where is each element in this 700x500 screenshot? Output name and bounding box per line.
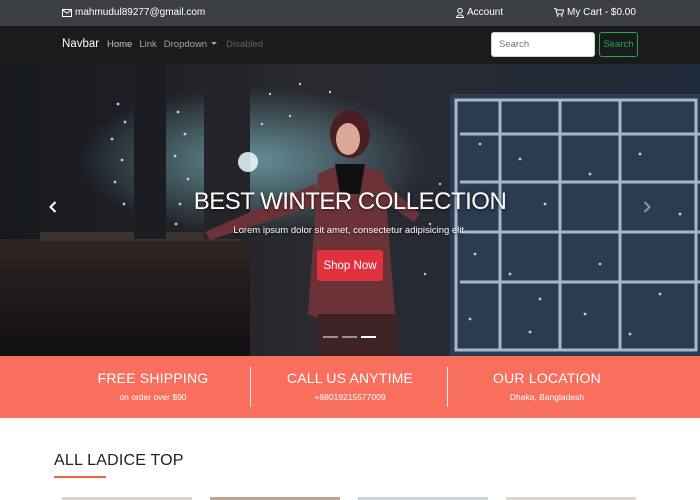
info-title: FREE SHIPPING [97,370,209,386]
cart-link[interactable]: My Cart - $0.00 [554,7,636,18]
account-label: Account [467,7,504,18]
envelope-icon [62,8,72,17]
info-call-us: CALL US ANYTIME +88019215577009 [251,356,449,418]
carousel-indicator-3[interactable] [361,336,376,338]
info-title: OUR LOCATION [493,370,601,386]
nav-link-home[interactable]: Home [107,39,132,50]
chevron-right-icon [643,200,651,218]
navbar: Navbar Home Link Dropdown Disabled Searc… [0,26,700,64]
nav-link-disabled: Disabled [226,39,264,50]
search-input[interactable] [491,32,595,57]
carousel-next-button[interactable] [637,197,657,221]
caret-down-icon [211,42,218,45]
search-button[interactable]: Search [599,32,638,57]
carousel-prev-button[interactable] [43,197,63,221]
info-free-shipping: FREE SHIPPING on order over $90 [54,356,252,418]
info-strip: FREE SHIPPING on order over $90 CALL US … [0,356,700,418]
user-icon [456,7,464,18]
carousel-indicator-1[interactable] [323,336,338,338]
hero-carousel: BEST WINTER COLLECTION Lorem ipsum dolor… [0,64,700,356]
hero-title: BEST WINTER COLLECTION [193,188,507,215]
info-text: +88019215577009 [314,392,386,402]
email-contact[interactable]: mahmudul89277@gmail.com [62,7,205,18]
email-text: mahmudul89277@gmail.com [75,7,206,18]
info-text: on order over $90 [119,392,187,402]
top-bar: mahmudul89277@gmail.com Account My Cart … [0,0,700,26]
section-underline [54,476,106,478]
hero-subtitle: Lorem ipsum dolor sit amet, consectetur … [233,225,467,236]
cart-icon [554,8,564,17]
nav-links: Home Link Dropdown Disabled [107,39,263,50]
info-title: CALL US ANYTIME [286,370,414,386]
cart-label: My Cart - $0.00 [567,7,636,18]
nav-dropdown-label: Dropdown [163,39,208,50]
carousel-indicator-2[interactable] [342,336,357,338]
chevron-left-icon [49,200,57,218]
nav-link-link[interactable]: Link [139,39,156,50]
navbar-brand[interactable]: Navbar [62,38,99,50]
info-text: Dhaka, Bangladesh [509,392,585,402]
carousel-indicators [323,336,376,338]
nav-dropdown[interactable]: Dropdown [163,39,218,50]
info-location: OUR LOCATION Dhaka, Bangladesh [448,356,646,418]
section-title: ALL LADICE TOP [54,452,184,469]
shop-now-button[interactable]: Shop Now [317,250,383,281]
account-link[interactable]: Account [456,7,503,18]
